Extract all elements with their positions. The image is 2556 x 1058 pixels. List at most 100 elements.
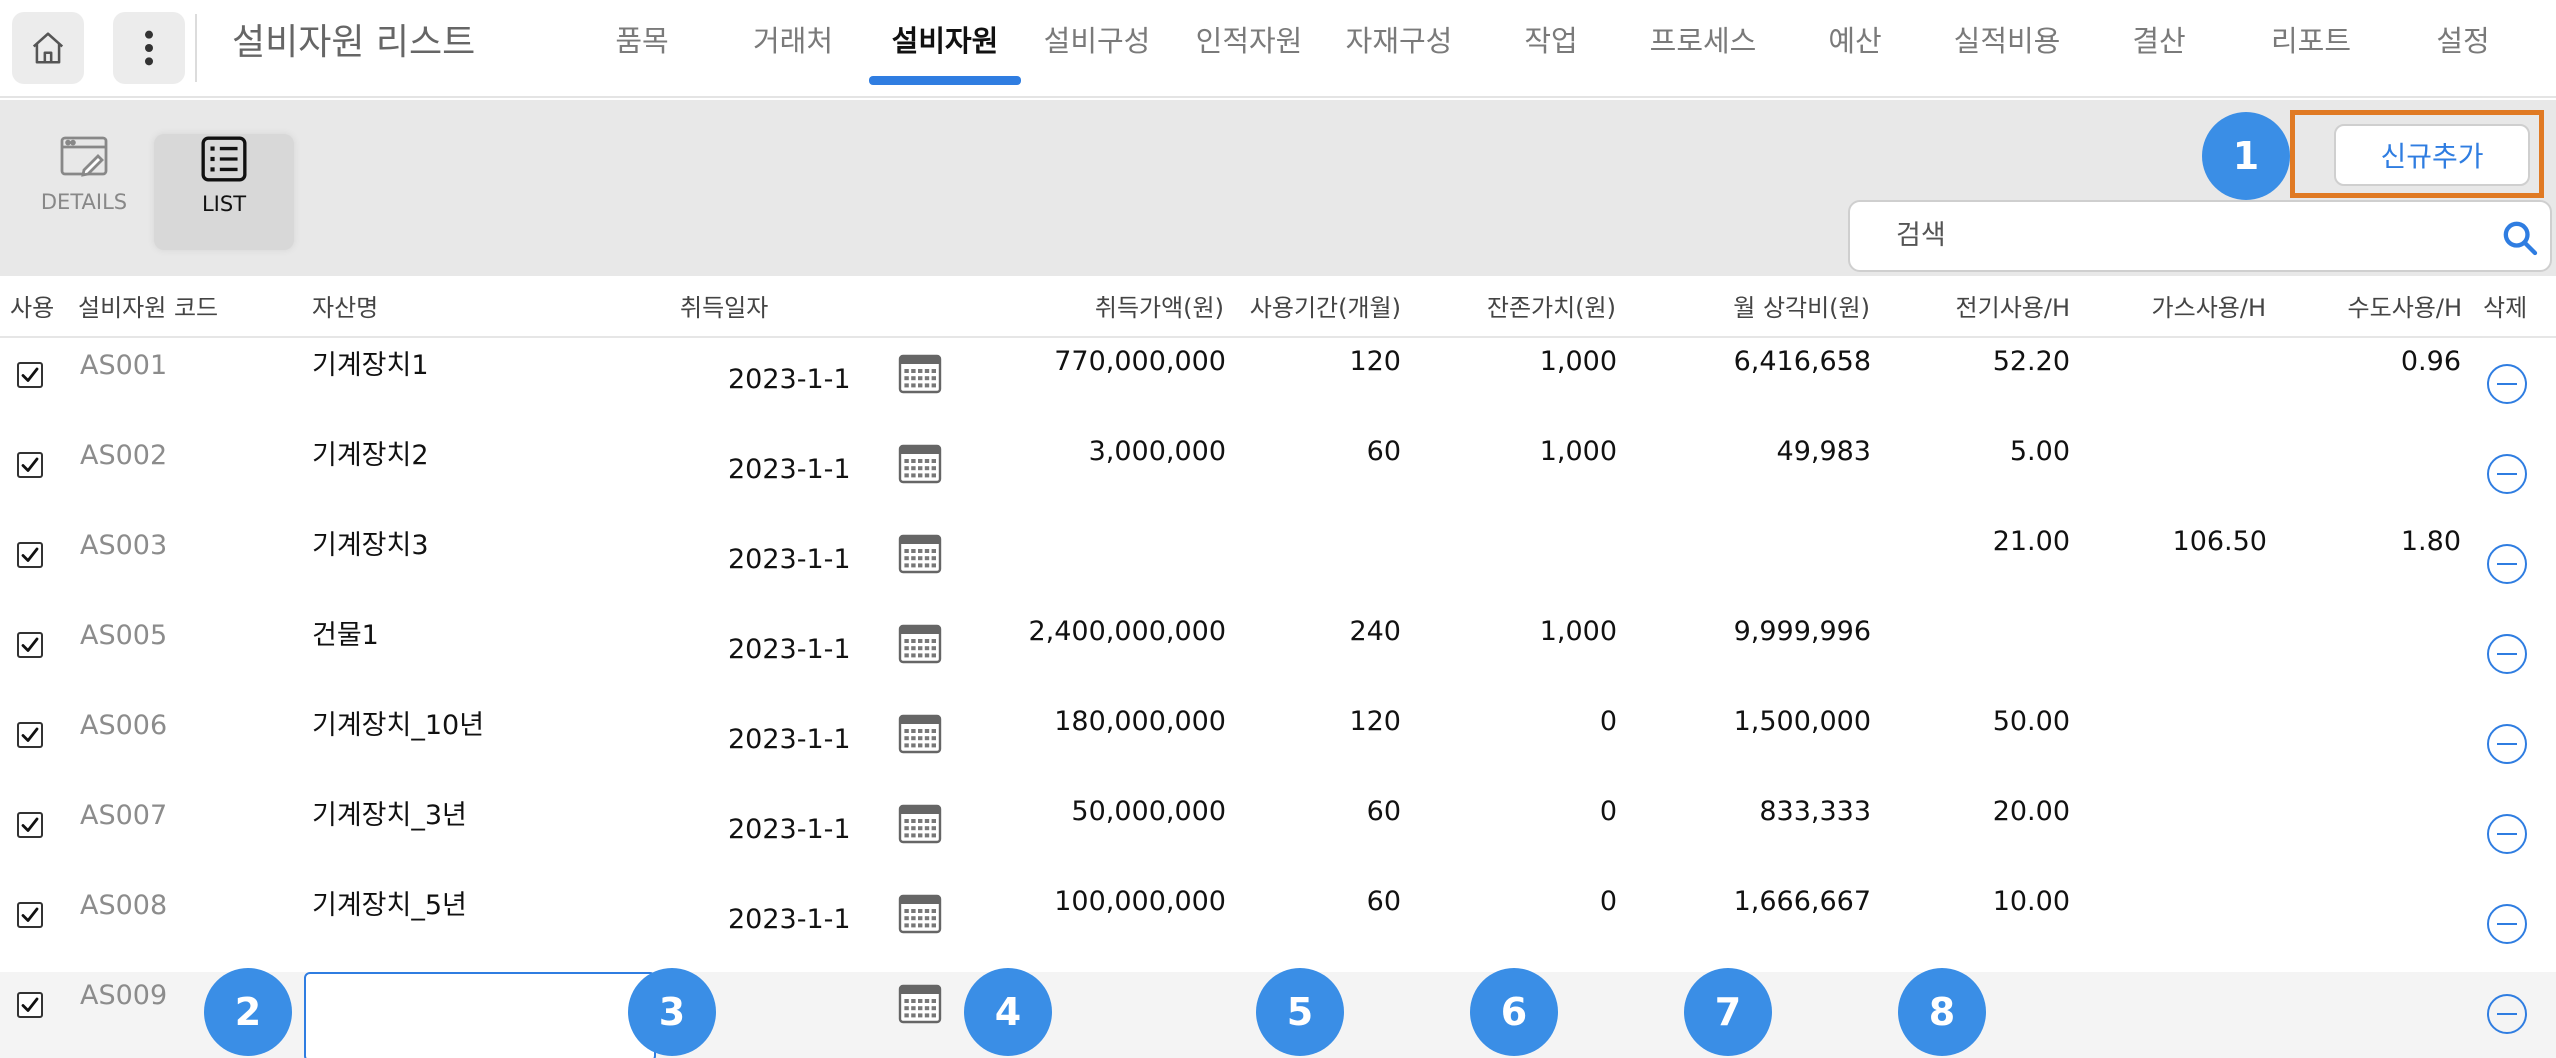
- use-period[interactable]: 240: [1349, 612, 1401, 652]
- use-checkbox[interactable]: [17, 812, 43, 838]
- search-input[interactable]: 검색: [1848, 200, 2552, 272]
- tab-budget[interactable]: 예산: [1828, 16, 1881, 66]
- residual-value[interactable]: 1,000: [1540, 342, 1617, 382]
- calendar-icon[interactable]: [898, 894, 942, 938]
- use-checkbox[interactable]: [17, 722, 43, 748]
- asset-name[interactable]: 기계장치2: [312, 436, 429, 476]
- acquisition-price[interactable]: 3,000,000: [1089, 432, 1226, 472]
- column-header-code: 설비자원 코드: [78, 294, 219, 322]
- electricity-usage[interactable]: 50.00: [1993, 702, 2070, 742]
- delete-row-icon[interactable]: [2487, 544, 2527, 584]
- calendar-icon[interactable]: [898, 624, 942, 668]
- use-period[interactable]: 120: [1349, 702, 1401, 742]
- tab-process[interactable]: 프로세스: [1650, 16, 1757, 66]
- tab-equipment-composition[interactable]: 설비구성: [1044, 16, 1151, 66]
- tab-clients[interactable]: 거래처: [753, 16, 833, 66]
- monthly-depreciation[interactable]: 49,983: [1777, 432, 1871, 472]
- equipment-code: AS008: [80, 890, 168, 921]
- residual-value[interactable]: 1,000: [1540, 432, 1617, 472]
- calendar-icon[interactable]: [898, 444, 942, 488]
- asset-name[interactable]: 기계장치_10년: [312, 706, 484, 746]
- acquisition-date[interactable]: 2023-1-1: [728, 360, 851, 400]
- water-usage[interactable]: 0.96: [2401, 342, 2461, 382]
- checkmark-icon: [21, 367, 39, 382]
- calendar-icon[interactable]: [898, 804, 942, 848]
- asset-name-input[interactable]: [304, 972, 656, 1058]
- tab-material-composition[interactable]: 자재구성: [1346, 16, 1453, 66]
- tab-actual-costs[interactable]: 실적비용: [1954, 16, 2061, 66]
- delete-row-icon[interactable]: [2487, 814, 2527, 854]
- use-checkbox[interactable]: [17, 542, 43, 568]
- acquisition-date[interactable]: 2023-1-1: [728, 540, 851, 580]
- equipment-code: AS006: [80, 710, 168, 741]
- electricity-usage[interactable]: 5.00: [2010, 432, 2070, 472]
- asset-name[interactable]: 기계장치_3년: [312, 796, 467, 836]
- acquisition-date[interactable]: 2023-1-1: [728, 720, 851, 760]
- monthly-depreciation[interactable]: 1,666,667: [1734, 882, 1871, 922]
- residual-value[interactable]: 0: [1600, 792, 1617, 832]
- residual-value[interactable]: 0: [1600, 702, 1617, 742]
- residual-value[interactable]: 0: [1600, 882, 1617, 922]
- use-checkbox[interactable]: [17, 992, 43, 1018]
- use-checkbox[interactable]: [17, 632, 43, 658]
- electricity-usage[interactable]: 20.00: [1993, 792, 2070, 832]
- details-view-button[interactable]: DETAILS: [14, 134, 154, 250]
- gas-usage[interactable]: 106.50: [2173, 522, 2267, 562]
- use-checkbox[interactable]: [17, 452, 43, 478]
- add-new-button[interactable]: 신규추가: [2334, 124, 2530, 186]
- monthly-depreciation[interactable]: 833,333: [1759, 792, 1871, 832]
- electricity-usage[interactable]: 10.00: [1993, 882, 2070, 922]
- delete-row-icon[interactable]: [2487, 904, 2527, 944]
- search-icon[interactable]: [2500, 218, 2540, 258]
- acquisition-date[interactable]: 2023-1-1: [728, 810, 851, 850]
- tab-settings[interactable]: 설정: [2436, 16, 2489, 66]
- use-checkbox[interactable]: [17, 902, 43, 928]
- use-period[interactable]: 60: [1367, 432, 1401, 472]
- acquisition-price[interactable]: 180,000,000: [1054, 702, 1226, 742]
- delete-row-icon[interactable]: [2487, 724, 2527, 764]
- use-period[interactable]: 120: [1349, 342, 1401, 382]
- home-button[interactable]: [12, 12, 84, 84]
- use-checkbox[interactable]: [17, 362, 43, 388]
- monthly-depreciation[interactable]: 6,416,658: [1734, 342, 1871, 382]
- acquisition-price[interactable]: 2,400,000,000: [1028, 612, 1226, 652]
- calendar-icon[interactable]: [898, 714, 942, 758]
- use-period[interactable]: 60: [1367, 882, 1401, 922]
- equipment-code: AS003: [80, 530, 168, 561]
- acquisition-date[interactable]: 2023-1-1: [728, 900, 851, 940]
- details-view-label: DETAILS: [40, 190, 128, 214]
- tab-items[interactable]: 품목: [615, 16, 668, 66]
- acquisition-price[interactable]: 100,000,000: [1054, 882, 1226, 922]
- monthly-depreciation[interactable]: 1,500,000: [1734, 702, 1871, 742]
- water-usage[interactable]: 1.80: [2401, 522, 2461, 562]
- asset-name[interactable]: 기계장치1: [312, 346, 429, 386]
- list-view-button[interactable]: LIST: [154, 134, 294, 250]
- electricity-usage[interactable]: 21.00: [1993, 522, 2070, 562]
- tab-work[interactable]: 작업: [1524, 16, 1577, 66]
- calendar-icon[interactable]: [898, 354, 942, 398]
- delete-row-icon[interactable]: [2487, 454, 2527, 494]
- tab-settlement[interactable]: 결산: [2132, 16, 2185, 66]
- calendar-icon[interactable]: [898, 534, 942, 578]
- delete-row-icon[interactable]: [2487, 994, 2527, 1034]
- acquisition-date[interactable]: 2023-1-1: [728, 630, 851, 670]
- asset-name[interactable]: 기계장치3: [312, 526, 429, 566]
- asset-name[interactable]: 기계장치_5년: [312, 886, 467, 926]
- acquisition-price[interactable]: 770,000,000: [1054, 342, 1226, 382]
- calendar-icon[interactable]: [898, 984, 942, 1028]
- tab-human-resources[interactable]: 인적자원: [1196, 16, 1303, 66]
- delete-row-icon[interactable]: [2487, 364, 2527, 404]
- equipment-code: AS005: [80, 620, 168, 651]
- electricity-usage[interactable]: 52.20: [1993, 342, 2070, 382]
- residual-value[interactable]: 1,000: [1540, 612, 1617, 652]
- acquisition-date[interactable]: 2023-1-1: [728, 450, 851, 490]
- delete-row-icon[interactable]: [2487, 634, 2527, 674]
- tab-report[interactable]: 리포트: [2271, 16, 2351, 66]
- more-menu-button[interactable]: [113, 12, 185, 84]
- asset-name[interactable]: 건물1: [312, 616, 379, 656]
- monthly-depreciation[interactable]: 9,999,996: [1734, 612, 1871, 652]
- use-period[interactable]: 60: [1367, 792, 1401, 832]
- acquisition-price[interactable]: 50,000,000: [1071, 792, 1226, 832]
- list-icon: [201, 136, 247, 182]
- tab-equipment-resources[interactable]: 설비자원: [892, 16, 999, 66]
